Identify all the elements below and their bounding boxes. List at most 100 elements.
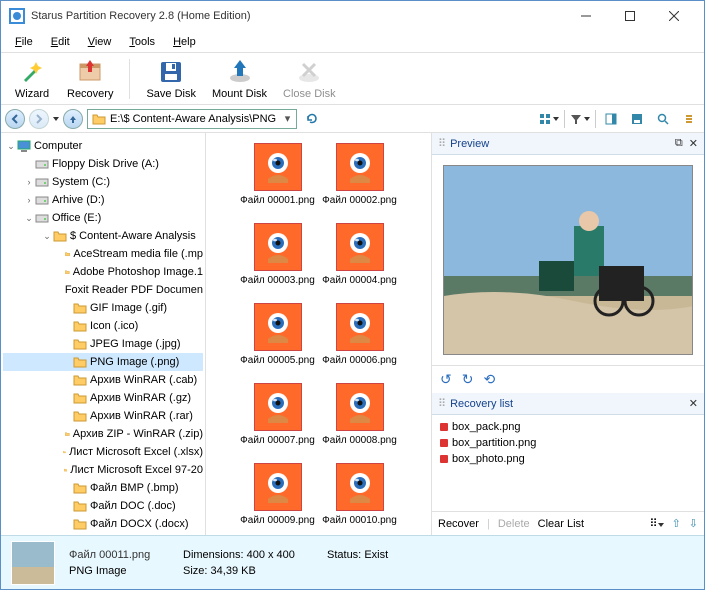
rotate-cw-button[interactable]: ↻: [462, 371, 474, 388]
nav-up-button[interactable]: [63, 109, 83, 129]
recovery-down-button[interactable]: ⇩: [689, 517, 698, 530]
menu-view[interactable]: View: [80, 34, 120, 50]
tree-filetype[interactable]: Лист Microsoft Excel 97-20: [3, 461, 203, 479]
recover-button[interactable]: Recover: [438, 518, 479, 530]
file-item[interactable]: Файл 00002.png: [322, 139, 398, 217]
tree-filetype[interactable]: Файл DOC (.doc): [3, 497, 203, 515]
tree-filetype[interactable]: Файл DOCX (.docx): [3, 515, 203, 533]
folder-icon: [73, 481, 87, 495]
menu-help[interactable]: Help: [165, 34, 204, 50]
delete-button: Delete: [498, 518, 530, 530]
titlebar: Starus Partition Recovery 2.8 (Home Edit…: [1, 1, 704, 31]
tree-filetype[interactable]: Лист Microsoft Excel (.xlsx): [3, 443, 203, 461]
computer-icon: [17, 139, 31, 153]
reset-button[interactable]: ⟲: [483, 371, 495, 388]
save-disk-label: Save Disk: [146, 88, 196, 100]
save-disk-button[interactable]: Save Disk: [140, 56, 202, 102]
status-size: 34,39 KB: [211, 565, 256, 577]
recovery-header: ⠿ Recovery list ✕: [432, 393, 704, 415]
file-thumbnail: [336, 223, 384, 271]
options-button[interactable]: [678, 109, 700, 129]
tree-filetype[interactable]: Файл BMP (.bmp): [3, 479, 203, 497]
tree-filetype[interactable]: Foxit Reader PDF Documen: [3, 281, 203, 299]
minimize-button[interactable]: [564, 2, 608, 30]
deleted-icon: [440, 423, 448, 431]
tree-filetype[interactable]: JPEG Image (.jpg): [3, 335, 203, 353]
tree-filetype[interactable]: PNG Image (.png): [3, 353, 203, 371]
file-item[interactable]: Файл 00010.png: [322, 459, 398, 535]
tree-filetype[interactable]: Adobe Photoshop Image.1: [3, 263, 203, 281]
file-item[interactable]: Файл 00008.png: [322, 379, 398, 457]
file-item[interactable]: Файл 00003.png: [240, 219, 316, 297]
folder-icon: [65, 427, 70, 441]
tree-filetype[interactable]: Архив WinRAR (.gz): [3, 389, 203, 407]
status-bar: Файл 00011.png PNG Image Dimensions: 400…: [1, 535, 704, 589]
tree-filetype[interactable]: AceStream media file (.mp: [3, 245, 203, 263]
filter-button[interactable]: [569, 109, 591, 129]
file-name: Файл 00001.png: [240, 195, 316, 206]
wizard-button[interactable]: Wizard: [7, 56, 57, 102]
clear-list-button[interactable]: Clear List: [538, 518, 584, 530]
tree-drive[interactable]: ⌄ Office (E:): [3, 209, 203, 227]
file-item[interactable]: Файл 00004.png: [322, 219, 398, 297]
main-area: ⌄ Computer Floppy Disk Drive (A:) › Syst…: [1, 133, 704, 535]
tree-filetype[interactable]: Архив WinRAR (.cab): [3, 371, 203, 389]
mount-disk-button[interactable]: Mount Disk: [206, 56, 273, 102]
nav-forward-button[interactable]: [29, 109, 49, 129]
nav-history-dropdown[interactable]: [53, 117, 59, 121]
folder-icon: [92, 112, 106, 126]
mount-disk-icon: [226, 58, 254, 86]
menu-file[interactable]: File: [7, 34, 41, 50]
toggle-preview-button[interactable]: [600, 109, 622, 129]
file-name: Файл 00002.png: [322, 195, 398, 206]
folder-tree[interactable]: ⌄ Computer Floppy Disk Drive (A:) › Syst…: [1, 133, 206, 535]
tree-drive[interactable]: Floppy Disk Drive (A:): [3, 155, 203, 173]
view-tiles-button[interactable]: [538, 109, 560, 129]
rotate-ccw-button[interactable]: ↺: [440, 371, 452, 388]
tree-drive[interactable]: › System (C:): [3, 173, 203, 191]
recovery-panel: box_pack.png box_partition.png box_photo…: [432, 415, 704, 535]
file-item[interactable]: Файл 00009.png: [240, 459, 316, 535]
file-thumbnail: [254, 383, 302, 431]
tree-root[interactable]: ⌄ Computer: [3, 137, 203, 155]
tree-drive[interactable]: › Arhive (D:): [3, 191, 203, 209]
recovery-item[interactable]: box_partition.png: [440, 435, 696, 451]
file-thumbnail: [254, 303, 302, 351]
tree-filetype[interactable]: Архив ZIP - WinRAR (.zip): [3, 425, 203, 443]
recovery-button[interactable]: Recovery: [61, 56, 119, 102]
recovery-close-button[interactable]: ✕: [689, 397, 698, 410]
recovery-item[interactable]: box_photo.png: [440, 451, 696, 467]
grip-icon: ⠿: [438, 137, 444, 150]
status-value: Exist: [364, 549, 388, 561]
refresh-button[interactable]: [301, 109, 323, 129]
menu-tools[interactable]: Tools: [121, 34, 163, 50]
close-button[interactable]: [652, 2, 696, 30]
drive-icon: [35, 211, 49, 225]
menu-edit[interactable]: Edit: [43, 34, 78, 50]
recovery-list[interactable]: box_pack.png box_partition.png box_photo…: [432, 415, 704, 511]
file-item[interactable]: Файл 00006.png: [322, 299, 398, 377]
tree-filetype[interactable]: Icon (.ico): [3, 317, 203, 335]
recovery-menu-button[interactable]: ⠿: [650, 517, 664, 530]
preview-close-button[interactable]: ✕: [689, 137, 698, 150]
maximize-button[interactable]: [608, 2, 652, 30]
drive-icon: [35, 175, 49, 189]
tree-filetype[interactable]: GIF Image (.gif): [3, 299, 203, 317]
preview-popout-button[interactable]: ⧉: [675, 137, 683, 150]
file-name: Файл 00008.png: [322, 435, 398, 446]
tree-filetype[interactable]: Архив WinRAR (.rar): [3, 407, 203, 425]
address-input[interactable]: [110, 110, 280, 128]
recovery-up-button[interactable]: ⇧: [672, 517, 681, 530]
file-item[interactable]: Файл 00001.png: [240, 139, 316, 217]
tree-content-aware[interactable]: ⌄ $ Content-Aware Analysis: [3, 227, 203, 245]
search-button[interactable]: [652, 109, 674, 129]
folder-icon: [65, 247, 70, 261]
file-grid[interactable]: Файл 00001.png Файл 00002.png Файл 00003…: [206, 133, 431, 535]
folder-icon: [73, 319, 87, 333]
address-dropdown[interactable]: ▾: [280, 112, 296, 125]
save-button[interactable]: [626, 109, 648, 129]
recovery-item[interactable]: box_pack.png: [440, 419, 696, 435]
file-item[interactable]: Файл 00005.png: [240, 299, 316, 377]
file-item[interactable]: Файл 00007.png: [240, 379, 316, 457]
nav-back-button[interactable]: [5, 109, 25, 129]
